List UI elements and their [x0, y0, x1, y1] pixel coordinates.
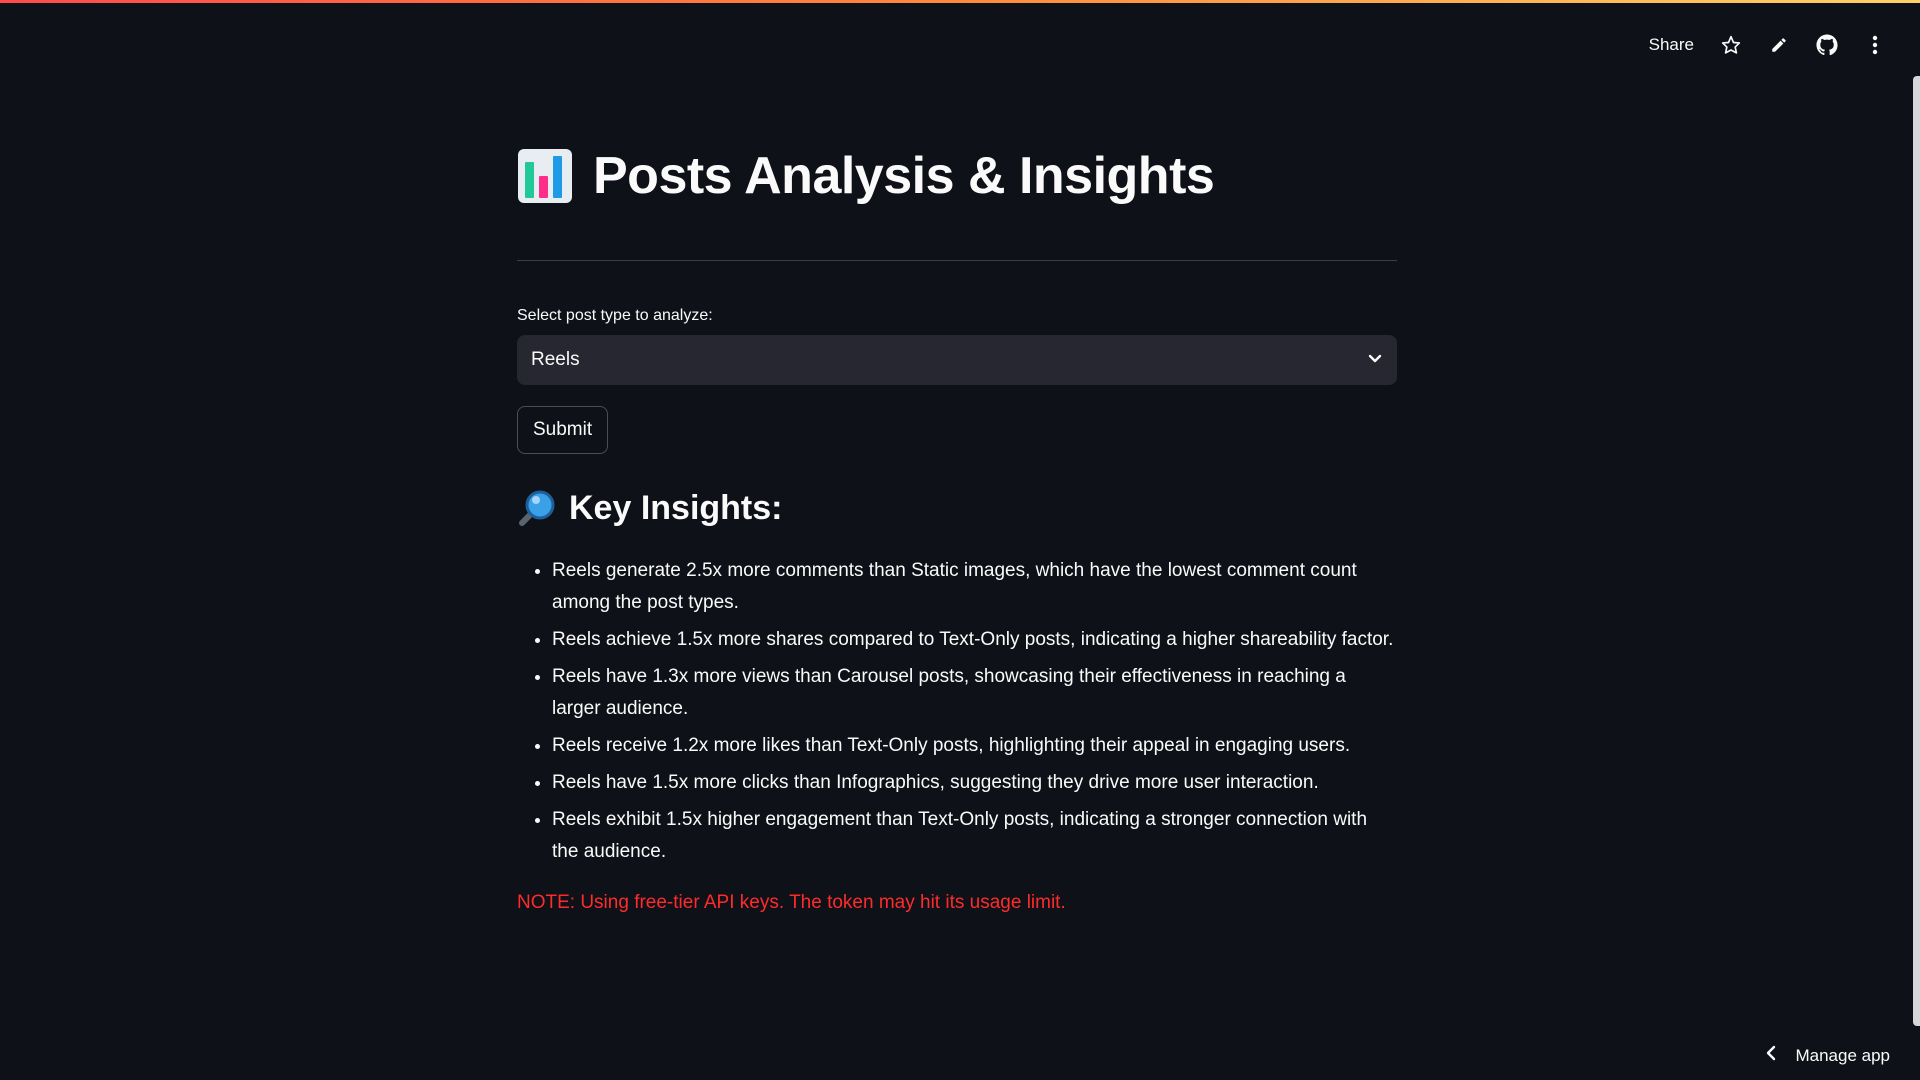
- submit-button[interactable]: Submit: [517, 406, 609, 454]
- more-vertical-icon[interactable]: [1864, 34, 1886, 56]
- insights-heading-row: Key Insights:: [517, 484, 1397, 532]
- list-item: Reels have 1.3x more views than Carousel…: [552, 660, 1397, 725]
- magnifying-glass-icon: [517, 488, 557, 528]
- top-decoration-bar: [0, 0, 1920, 3]
- api-usage-note: NOTE: Using free-tier API keys. The toke…: [517, 892, 1066, 913]
- manage-app-button[interactable]: Manage app: [1765, 1045, 1890, 1066]
- list-item: Reels achieve 1.5x more shares compared …: [552, 623, 1397, 656]
- manage-app-label: Manage app: [1795, 1045, 1890, 1065]
- section-divider: [517, 260, 1397, 261]
- chevron-left-icon: [1765, 1045, 1777, 1066]
- insights-heading: Key Insights:: [569, 488, 783, 527]
- post-type-select-label: Select post type to analyze:: [517, 307, 713, 324]
- insights-list: Reels generate 2.5x more comments than S…: [517, 554, 1397, 868]
- github-icon[interactable]: [1816, 34, 1838, 56]
- list-item: Reels have 1.5x more clicks than Infogra…: [552, 766, 1397, 799]
- page-scrollbar[interactable]: [1913, 76, 1920, 1026]
- chevron-down-icon: [1367, 350, 1383, 371]
- star-icon[interactable]: [1720, 34, 1742, 56]
- share-button[interactable]: Share: [1649, 35, 1694, 55]
- post-type-select[interactable]: Reels: [517, 335, 1397, 385]
- main-content: Posts Analysis & Insights Select post ty…: [517, 130, 1397, 914]
- page-title: Posts Analysis & Insights: [593, 147, 1215, 205]
- app-header-toolbar: Share: [1649, 26, 1886, 64]
- list-item: Reels receive 1.2x more likes than Text-…: [552, 729, 1397, 762]
- list-item: Reels exhibit 1.5x higher engagement tha…: [552, 803, 1397, 868]
- title-row: Posts Analysis & Insights: [517, 130, 1397, 222]
- bar-chart-icon: [517, 148, 573, 204]
- post-type-select-value: Reels: [531, 349, 580, 370]
- list-item: Reels generate 2.5x more comments than S…: [552, 554, 1397, 619]
- pencil-icon[interactable]: [1768, 34, 1790, 56]
